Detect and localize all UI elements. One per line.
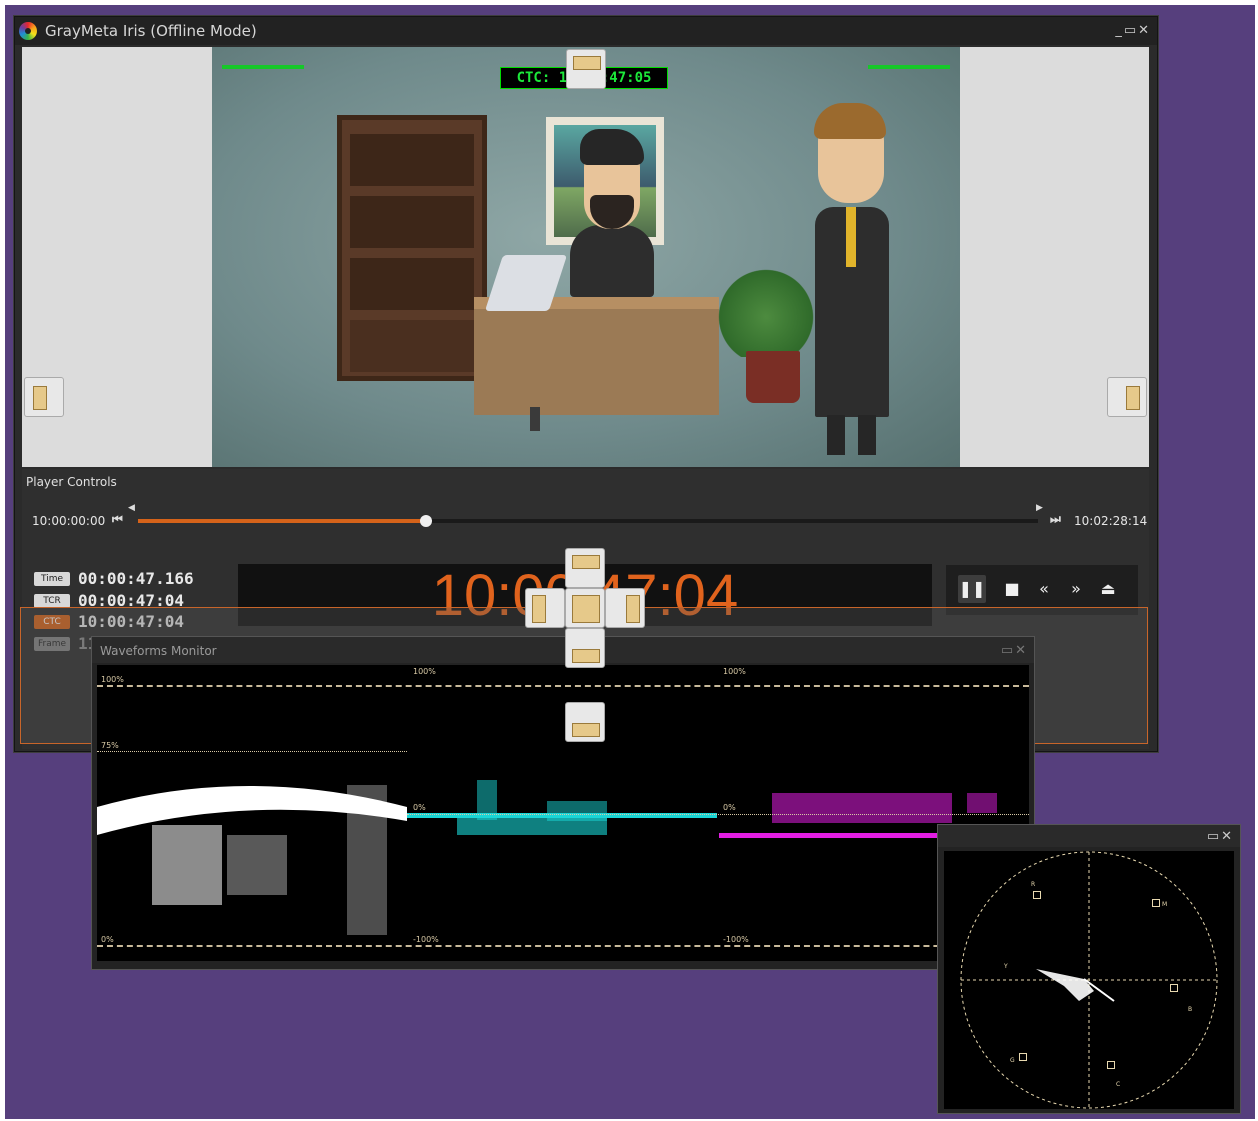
dock-compass-bottom-icon[interactable] [565, 628, 605, 668]
cb-zero-label: 0% [413, 803, 426, 812]
in-marker-icon: ◀ [128, 503, 135, 513]
target-green-label: G [1010, 1057, 1015, 1064]
video-viewer: CTC: 10:00:47:05 [22, 47, 1149, 467]
dock-compass-left-icon[interactable] [525, 588, 565, 628]
waveform-window-controls[interactable]: ▭✕ [1001, 643, 1028, 658]
audio-meter-left [222, 65, 304, 69]
eject-icon[interactable]: ⏏ [1094, 575, 1122, 603]
out-marker-icon: ▶ [1036, 503, 1043, 513]
desk-illustration [474, 297, 719, 415]
time-label: Time [34, 572, 70, 586]
cr-zero-label: 0% [723, 803, 736, 812]
standing-man-leg [827, 415, 845, 455]
dock-compass-top-icon[interactable] [565, 548, 605, 588]
fast-forward-icon[interactable]: » [1062, 575, 1090, 603]
tcr-label: TCR [34, 594, 70, 608]
dock-bottom-icon[interactable] [565, 702, 605, 742]
dock-compass-right-icon[interactable] [605, 588, 645, 628]
plant-pot [746, 351, 800, 403]
waveform-canvas: 100% 100% 100% 75% 0% 0% 0% -100% -100% [97, 665, 1029, 961]
target-magenta-icon [1152, 899, 1160, 907]
luma-75-label: 75% [101, 741, 119, 750]
scrub-handle[interactable] [420, 515, 432, 527]
cb-top-label: 100% [413, 667, 436, 676]
vectorscope-window: ▭✕ R M B C G Y [937, 824, 1241, 1114]
vectorscope-canvas: R M B C G Y [944, 851, 1234, 1109]
rewind-icon[interactable]: « [1030, 575, 1058, 603]
luma-bottom-label: 0% [101, 935, 114, 944]
waveform-monitor-window: Waveforms Monitor ▭✕ 100% 100% 100% 75% … [91, 636, 1035, 970]
desk-leg [530, 407, 540, 431]
skip-start-icon[interactable]: ⏮ [112, 512, 123, 527]
target-blue-icon [1170, 984, 1178, 992]
seated-man-illustration [570, 225, 654, 297]
scrub-bar[interactable] [138, 515, 1038, 527]
waveform-bottom-line [97, 945, 1029, 947]
target-cyan-icon [1107, 1061, 1115, 1069]
vectorscope-plot [960, 851, 1218, 1109]
standing-man-leg [858, 415, 876, 455]
dock-right-icon[interactable] [1107, 377, 1147, 417]
waveform-title: Waveforms Monitor [100, 644, 217, 658]
dock-center-icon[interactable] [565, 588, 605, 628]
luma-detail [347, 785, 387, 935]
cr-bottom-label: -100% [723, 935, 749, 944]
scrub-fill [138, 519, 426, 523]
cr-top-label: 100% [723, 667, 746, 676]
pause-icon[interactable]: ❚❚ [958, 575, 986, 603]
waveform-100-line [97, 685, 1029, 687]
target-cyan-label: C [1116, 1081, 1121, 1088]
audio-meter-right [868, 65, 950, 69]
target-yellow-label: Y [1004, 963, 1008, 970]
skip-end-icon[interactable]: ⏭ [1050, 512, 1061, 527]
waveform-plot [97, 780, 1029, 935]
waveform-75-line [97, 751, 407, 752]
luma-detail [227, 835, 287, 895]
stop-icon[interactable]: ■ [998, 575, 1026, 603]
target-red-icon [1033, 891, 1041, 899]
cb-detail [547, 801, 607, 821]
target-green-icon [1019, 1053, 1027, 1061]
window-controls[interactable]: _▭✕ [1115, 23, 1151, 38]
cb-bottom-label: -100% [413, 935, 439, 944]
video-frame: CTC: 10:00:47:05 [212, 47, 960, 467]
cr-detail [967, 793, 997, 813]
end-timecode: 10:02:28:14 [1074, 514, 1148, 528]
target-red-label: R [1031, 881, 1036, 888]
vectorscope-window-controls[interactable]: ▭✕ [1207, 829, 1234, 844]
luma-top-label: 100% [101, 675, 124, 684]
bookshelf-illustration [337, 115, 487, 381]
window-title: GrayMeta Iris (Offline Mode) [45, 22, 257, 40]
target-magenta-label: M [1162, 901, 1168, 908]
dock-top-icon[interactable] [566, 49, 606, 89]
dock-left-icon[interactable] [24, 377, 64, 417]
dock-compass [525, 548, 647, 668]
vectorscope-trace [1036, 969, 1094, 1001]
target-blue-label: B [1188, 1006, 1193, 1013]
cr-detail [772, 793, 952, 823]
start-timecode: 10:00:00:00 [32, 514, 106, 528]
app-logo-icon [19, 22, 37, 40]
time-value: 00:00:47.166 [78, 569, 194, 588]
vectorscope-titlebar[interactable]: ▭✕ [938, 825, 1240, 847]
standing-man-hair [814, 103, 886, 139]
waveform-zero-line [407, 814, 1029, 815]
main-titlebar[interactable]: GrayMeta Iris (Offline Mode) _▭✕ [15, 17, 1157, 45]
standing-man-tie [846, 207, 856, 267]
luma-detail [152, 825, 222, 905]
panel-title: Player Controls [26, 475, 117, 489]
plant-illustration [706, 257, 826, 357]
